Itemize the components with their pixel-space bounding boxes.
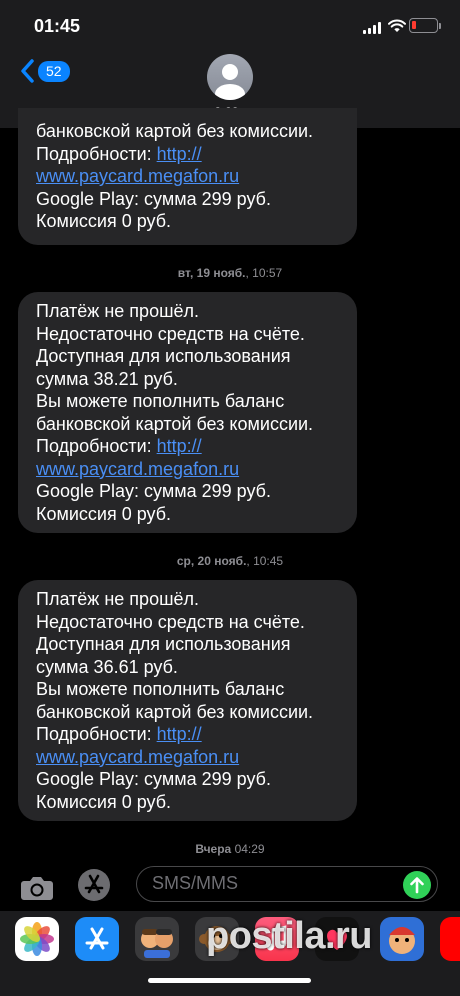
arrow-up-icon (410, 877, 424, 894)
memoji-icon[interactable] (135, 917, 179, 961)
cellular-signal-icon (363, 22, 383, 34)
watermark-logo: postila.ru (206, 915, 373, 957)
message-link[interactable]: http:// (157, 436, 202, 456)
back-button[interactable]: 52 (20, 59, 70, 83)
message-bubble[interactable]: банковской картой без комиссии. Подробно… (18, 108, 357, 245)
wifi-icon (388, 19, 406, 32)
message-timestamp: ср, 20 нояб., 10:45 (176, 554, 284, 568)
message-timestamp: вт, 19 нояб., 10:57 (177, 266, 283, 280)
photos-app-icon[interactable] (15, 917, 59, 961)
battery-icon (409, 18, 438, 33)
message-bubble[interactable]: Платёж не прошёл. Недостаточно средств н… (18, 580, 357, 821)
message-link[interactable]: http:// (157, 724, 202, 744)
message-bubble[interactable]: Платёж не прошёл. Недостаточно средств н… (18, 292, 357, 533)
app-store-button[interactable] (78, 869, 110, 901)
chevron-left-icon (21, 59, 34, 83)
status-time: 01:45 (34, 16, 81, 36)
person-icon (215, 64, 245, 100)
app-store-app-icon[interactable] (75, 917, 119, 961)
home-indicator[interactable] (148, 978, 311, 983)
message-timestamp: Вчера 04:29 (195, 842, 265, 856)
message-link[interactable]: www.paycard.megafon.ru (36, 166, 239, 186)
send-button[interactable] (403, 871, 431, 899)
message-link[interactable]: www.paycard.megafon.ru (36, 747, 239, 767)
message-link[interactable]: www.paycard.megafon.ru (36, 459, 239, 479)
message-input[interactable] (136, 866, 438, 902)
message-input-field[interactable] (152, 873, 392, 894)
unread-count-badge: 52 (38, 60, 70, 82)
compose-bar (0, 859, 460, 911)
contact-avatar[interactable] (207, 54, 253, 100)
youtube-app-icon[interactable] (440, 917, 460, 961)
message-link[interactable]: http:// (157, 144, 202, 164)
camera-icon[interactable] (20, 875, 54, 901)
game-app-icon[interactable] (380, 917, 424, 961)
app-store-icon (84, 874, 104, 894)
status-bar: 01:45 (0, 0, 460, 52)
